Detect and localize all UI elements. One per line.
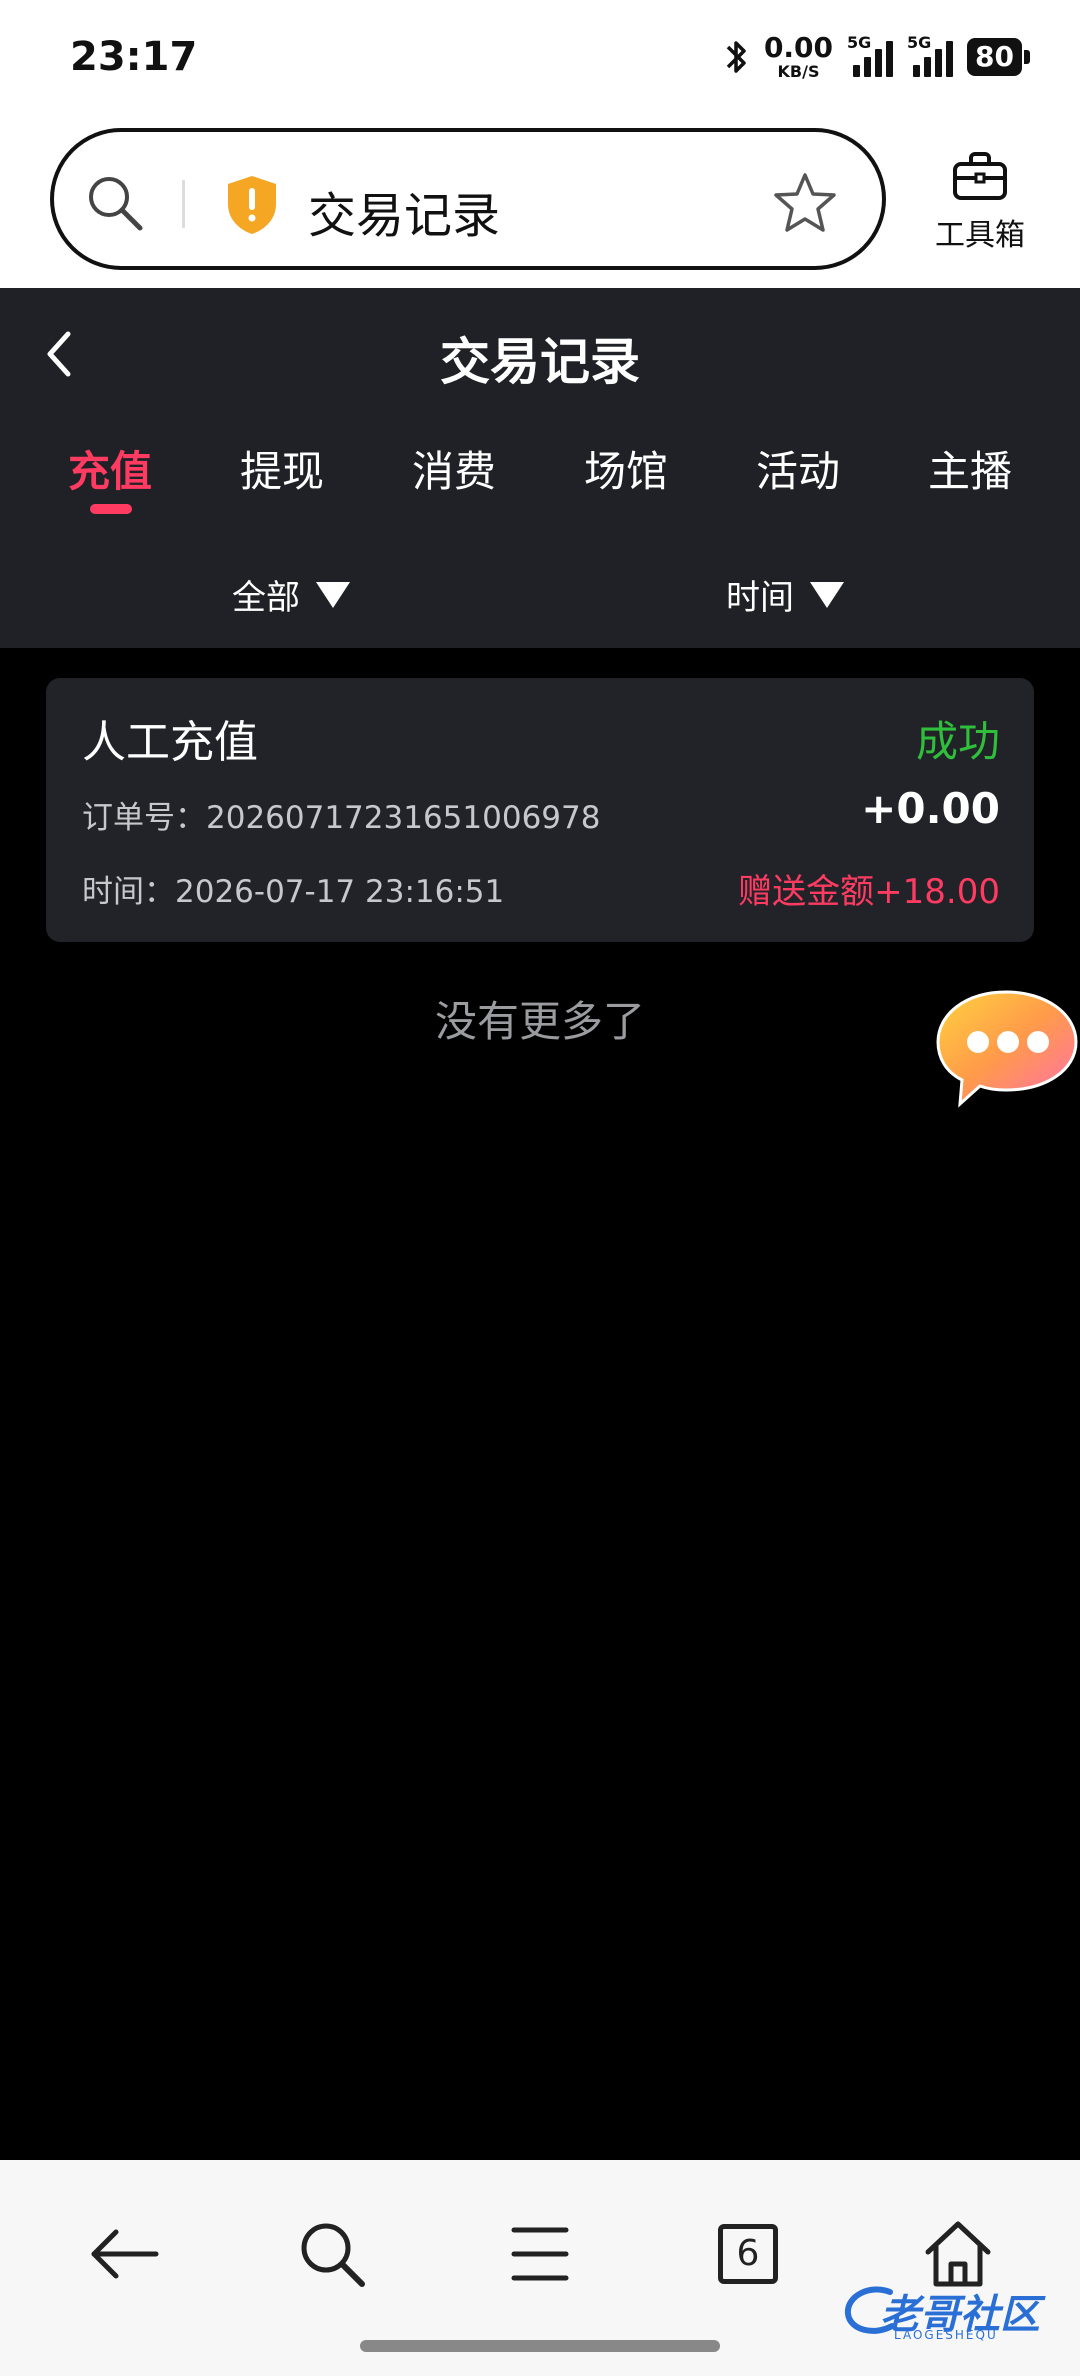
- nav-tabs-button[interactable]: 6: [718, 2224, 778, 2284]
- tab-label: 提现: [239, 447, 324, 496]
- star-bookmark-icon[interactable]: [772, 170, 838, 236]
- toolbox-button[interactable]: 工具箱: [920, 150, 1040, 254]
- net-speed-value: 0.00: [763, 31, 834, 64]
- tab-withdraw[interactable]: 提现: [217, 438, 347, 499]
- record-order-number: 订单号：20260717231651006978: [82, 800, 601, 836]
- sim2-tag: 5G: [907, 33, 932, 52]
- tab-label: 消费: [411, 447, 496, 496]
- record-amount: +0.00: [861, 784, 1000, 833]
- sim1-tag: 5G: [847, 33, 872, 52]
- status-icons: 0.00 KB/S 5G 5G 80: [722, 33, 1030, 80]
- record-bonus: 赠送金额+18.00: [738, 872, 1000, 912]
- status-time: 23:17: [70, 34, 198, 80]
- record-time: 时间：2026-07-17 23:16:51: [82, 874, 505, 910]
- chat-bubble-icon[interactable]: [934, 986, 1080, 1112]
- nav-menu-button[interactable]: [500, 2214, 580, 2294]
- toolbox-label: 工具箱: [935, 218, 1025, 253]
- address-divider: [182, 180, 185, 228]
- record-type: 人工充值: [82, 717, 258, 768]
- tab-venue[interactable]: 场馆: [561, 438, 691, 499]
- net-speed: 0.00 KB/S: [764, 34, 833, 80]
- nav-search-button[interactable]: [292, 2214, 372, 2294]
- tab-consume[interactable]: 消费: [389, 438, 519, 499]
- net-speed-unit: KB/S: [777, 62, 820, 81]
- battery-icon: 80: [967, 38, 1030, 76]
- browser-bar: 交易记录 工具箱: [0, 118, 1080, 288]
- dropdown-triangle-icon: [810, 581, 844, 608]
- shield-warning-icon[interactable]: [224, 174, 280, 236]
- type-filter-dropdown[interactable]: 全部: [232, 570, 350, 619]
- watermark-subtext: LAOGESHEQU: [894, 2328, 998, 2342]
- battery-level: 80: [967, 38, 1022, 76]
- tab-label: 场馆: [583, 447, 668, 496]
- menu-icon: [511, 2227, 569, 2281]
- app-header: 交易记录 充值 提现 消费 场馆 活动 主播 全部 时间: [0, 288, 1080, 648]
- home-indicator-bar[interactable]: [360, 2340, 720, 2352]
- tab-label: 活动: [755, 447, 840, 496]
- tab-label: 充值: [67, 447, 152, 496]
- tab-anchor[interactable]: 主播: [905, 438, 1035, 499]
- tab-activity[interactable]: 活动: [733, 438, 863, 499]
- type-filter-label: 全部: [232, 578, 300, 618]
- time-filter-dropdown[interactable]: 时间: [726, 570, 844, 619]
- bluetooth-icon: [726, 41, 746, 73]
- page-title: 交易记录: [440, 333, 640, 391]
- status-bar: 23:17 0.00 KB/S 5G 5G 80: [0, 0, 1080, 118]
- watermark-logo: 老哥社区 LAOGESHEQU: [840, 2276, 1060, 2346]
- signal-sim1-icon: 5G: [847, 33, 894, 77]
- back-arrow-icon: [91, 2229, 159, 2279]
- transaction-tabs: 充值 提现 消费 场馆 活动 主播: [0, 438, 1080, 518]
- dropdown-triangle-icon: [316, 581, 350, 608]
- search-icon[interactable]: [84, 172, 146, 234]
- toolbox-icon: [953, 152, 1007, 200]
- transaction-record-card[interactable]: 人工充值 成功 订单号：20260717231651006978 +0.00 时…: [46, 678, 1034, 942]
- signal-sim2-icon: 5G: [907, 33, 954, 77]
- record-status: 成功: [915, 717, 1000, 766]
- active-tab-indicator: [90, 504, 132, 514]
- list-end-text: 没有更多了: [434, 997, 645, 1046]
- nav-back-button[interactable]: [84, 2214, 164, 2294]
- tab-recharge[interactable]: 充值: [45, 438, 175, 514]
- tab-label: 主播: [927, 447, 1012, 496]
- time-filter-label: 时间: [726, 578, 794, 618]
- search-icon: [301, 2223, 365, 2287]
- address-bar[interactable]: 交易记录: [50, 128, 886, 270]
- address-text[interactable]: 交易记录: [308, 176, 500, 246]
